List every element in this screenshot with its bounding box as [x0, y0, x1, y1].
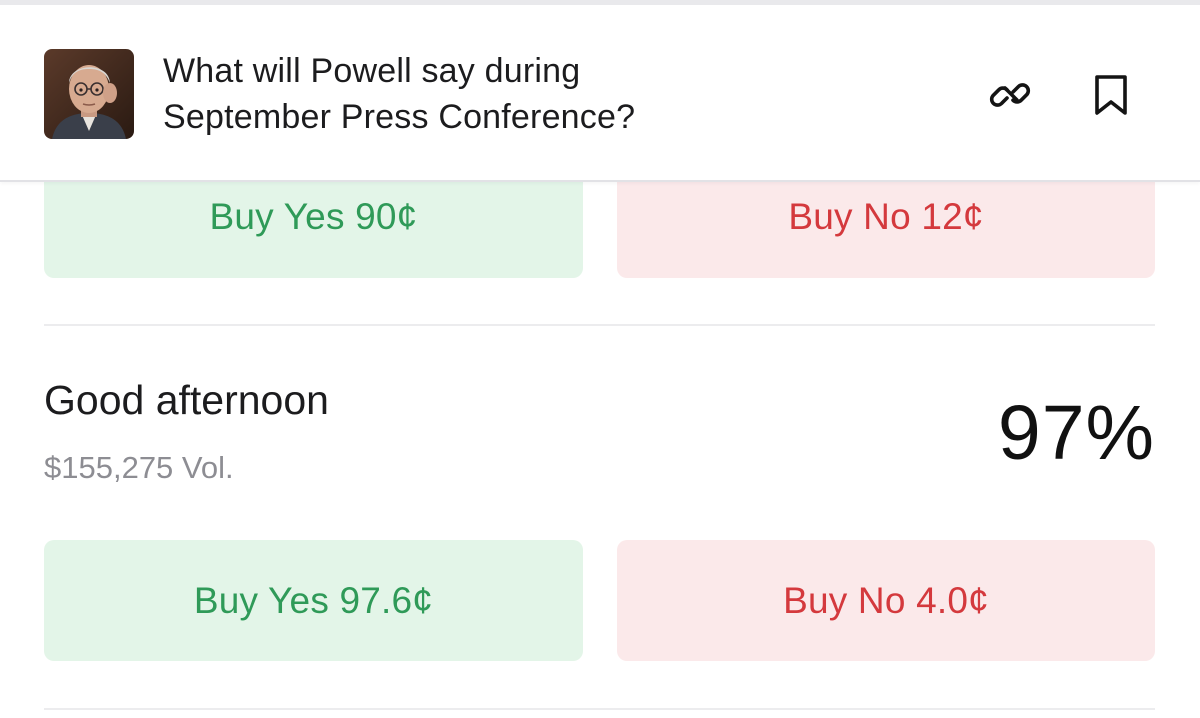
bookmark-icon: [1095, 75, 1127, 115]
market-header: What will Powell say during September Pr…: [0, 5, 1200, 182]
market-volume: $155,275 Vol.: [44, 450, 234, 485]
buy-yes-label: Buy Yes 97.6¢: [193, 579, 434, 621]
buy-no-label: Buy No 4.0¢: [783, 579, 989, 621]
bookmark-button[interactable]: [1085, 69, 1137, 121]
title-line-1: What will Powell say during: [163, 52, 581, 90]
market-outcome-label: Good afternoon: [44, 377, 329, 423]
market-probability: 97%: [997, 390, 1155, 476]
buy-yes-label: Buy Yes 90¢: [209, 196, 418, 237]
person-portrait-icon: [44, 49, 134, 139]
buy-yes-button[interactable]: Buy Yes 97.6¢: [44, 540, 583, 661]
share-link-button[interactable]: [984, 69, 1036, 121]
link-icon: [989, 83, 1031, 107]
avatar: [44, 49, 134, 139]
buy-no-label: Buy No 12¢: [788, 196, 984, 237]
market-divider: [44, 324, 1155, 326]
title-line-2: September Press Conference?: [163, 98, 636, 136]
page-title: What will Powell say during September Pr…: [163, 48, 863, 140]
buy-no-button[interactable]: Buy No 4.0¢: [617, 540, 1155, 661]
market-divider: [44, 708, 1155, 710]
